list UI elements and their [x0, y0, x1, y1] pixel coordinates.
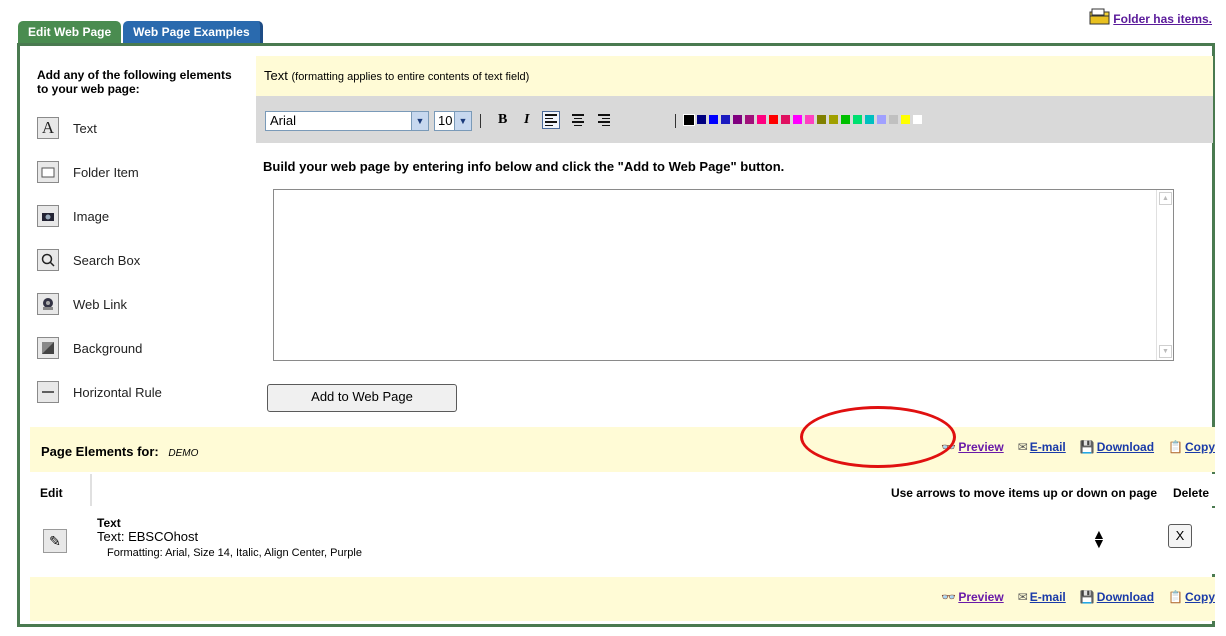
envelope-icon: ✉ [1017, 440, 1028, 454]
page-elements-footer: 👓 Preview ✉ E-mail 💾 Download 📋 Copy [30, 577, 1215, 621]
download-link[interactable]: 💾 Download [1080, 590, 1154, 604]
bottom-actions: 👓 Preview ✉ E-mail 💾 Download 📋 Copy [927, 590, 1215, 604]
folder-status: Folder has items. [1089, 8, 1212, 26]
table-row: ✎ Text Text: EBSCOhost Formatting: Arial… [30, 508, 1215, 574]
page-name: DEMO [168, 448, 199, 459]
color-swatch[interactable] [829, 115, 838, 124]
sidebar-item-horizontal-rule[interactable]: Horizontal Rule [37, 379, 162, 405]
color-swatch[interactable] [697, 115, 706, 124]
color-swatch[interactable] [733, 115, 742, 124]
edit-panel: Add any of the following elements to you… [17, 43, 1215, 627]
column-header-edit: Edit [40, 486, 63, 500]
color-swatch[interactable] [793, 115, 802, 124]
folder-icon [1089, 8, 1110, 25]
highlight-ellipse [800, 406, 956, 468]
add-to-web-page-button[interactable]: Add to Web Page [267, 384, 457, 412]
magnifier-icon [37, 249, 59, 271]
camera-icon [37, 205, 59, 227]
build-instructions: Build your web page by entering info bel… [263, 159, 785, 174]
element-type: Text [97, 516, 121, 530]
clipboard-icon: 📋 [1168, 440, 1183, 454]
align-center-button[interactable] [569, 111, 587, 129]
globe-link-icon [37, 293, 59, 315]
sidebar-item-image[interactable]: Image [37, 203, 109, 229]
color-swatch[interactable] [841, 115, 850, 124]
editor-title-note: (formatting applies to entire contents o… [291, 71, 530, 83]
toolbar-divider [675, 114, 676, 128]
tab-web-page-examples[interactable]: Web Page Examples [123, 21, 263, 43]
align-right-button[interactable] [595, 111, 613, 129]
text-editor: Text (formatting applies to entire conte… [256, 56, 1213, 422]
sidebar-heading: Add any of the following elements to you… [37, 68, 232, 96]
floppy-disk-icon: 💾 [1079, 440, 1095, 454]
toolbar-divider [480, 114, 481, 128]
clipboard-icon: 📋 [1168, 590, 1183, 604]
format-toolbar: Arial ▼ 10 ▼ B I [256, 96, 1213, 143]
email-link[interactable]: ✉ E-mail [1018, 590, 1066, 604]
sidebar-item-web-link[interactable]: Web Link [37, 291, 127, 317]
move-up-down-icon[interactable]: ▲ ▼ [1092, 527, 1106, 550]
preview-link[interactable]: 👓 Preview [941, 590, 1003, 604]
color-swatch[interactable] [889, 115, 898, 124]
element-formatting: Formatting: Arial, Size 14, Italic, Alig… [107, 547, 362, 559]
column-divider [90, 474, 92, 506]
page-elements-header: Page Elements for: DEMO 👓 Preview ✉ E-ma… [30, 427, 1215, 472]
tab-bar: Edit Web Page Web Page Examples [18, 21, 263, 43]
color-swatch[interactable] [817, 115, 826, 124]
edit-pencil-icon[interactable]: ✎ [43, 529, 67, 553]
text-content-input[interactable]: ▲ ▼ [273, 189, 1174, 361]
elements-table-header: Edit Use arrows to move items up or down… [30, 474, 1215, 506]
bold-button[interactable]: B [498, 112, 507, 128]
color-swatch[interactable] [757, 115, 766, 124]
color-swatch[interactable] [769, 115, 778, 124]
font-select[interactable]: Arial ▼ [265, 111, 429, 131]
envelope-icon: ✉ [1017, 590, 1028, 604]
column-header-delete: Delete [1172, 486, 1209, 500]
folder-item-icon [37, 161, 59, 183]
color-swatches [683, 114, 925, 126]
tab-edit-web-page[interactable]: Edit Web Page [18, 21, 122, 43]
sidebar-item-background[interactable]: Background [37, 335, 142, 361]
copy-link[interactable]: 📋 Copy [1168, 590, 1215, 604]
color-swatch[interactable] [865, 115, 874, 124]
page-elements-label: Page Elements for: [41, 444, 159, 459]
email-link[interactable]: ✉ E-mail [1018, 440, 1066, 454]
sidebar-item-folder-item[interactable]: Folder Item [37, 159, 139, 185]
element-sidebar: Add any of the following elements to you… [20, 46, 248, 424]
horizontal-rule-icon [37, 381, 59, 403]
color-swatch[interactable] [805, 115, 814, 124]
font-size-select[interactable]: 10 ▼ [434, 111, 472, 131]
delete-button[interactable]: X [1168, 524, 1192, 548]
element-content: Text: EBSCOhost [97, 529, 199, 544]
column-header-arrows: Use arrows to move items up or down on p… [890, 486, 1157, 500]
download-link[interactable]: 💾 Download [1080, 440, 1154, 454]
glasses-icon: 👓 [941, 590, 957, 604]
sidebar-item-search-box[interactable]: Search Box [37, 247, 140, 273]
background-icon [37, 337, 59, 359]
color-swatch[interactable] [683, 114, 695, 126]
color-swatch[interactable] [709, 115, 718, 124]
color-swatch[interactable] [721, 115, 730, 124]
floppy-disk-icon: 💾 [1079, 590, 1095, 604]
align-left-button[interactable] [542, 111, 560, 129]
text-A-icon: A [37, 117, 59, 139]
folder-has-items-link[interactable]: Folder has items. [1113, 12, 1212, 26]
textarea-scrollbar[interactable]: ▲ ▼ [1156, 190, 1173, 360]
chevron-down-icon: ▼ [411, 112, 428, 130]
color-swatch[interactable] [901, 115, 910, 124]
color-swatch[interactable] [877, 115, 886, 124]
color-swatch[interactable] [781, 115, 790, 124]
editor-title-bar: Text (formatting applies to entire conte… [256, 56, 1213, 96]
chevron-down-icon: ▼ [454, 112, 471, 130]
color-swatch[interactable] [745, 115, 754, 124]
editor-title: Text [264, 68, 288, 83]
color-swatch[interactable] [913, 115, 922, 124]
scroll-up-icon: ▲ [1159, 192, 1172, 205]
italic-button[interactable]: I [524, 112, 529, 128]
sidebar-item-text[interactable]: A Text [37, 115, 97, 141]
color-swatch[interactable] [853, 115, 862, 124]
top-actions: 👓 Preview ✉ E-mail 💾 Download 📋 Copy [927, 440, 1215, 454]
copy-link[interactable]: 📋 Copy [1168, 440, 1215, 454]
scroll-down-icon: ▼ [1159, 345, 1172, 358]
